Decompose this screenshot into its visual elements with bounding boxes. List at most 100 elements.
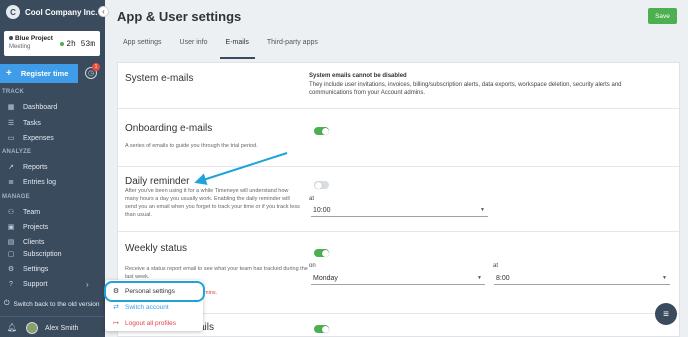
logout-icon: ↦ (113, 320, 119, 327)
project-color-dot (9, 36, 13, 41)
selected-time: 8:00 (496, 274, 510, 282)
expenses-icon: ▭ (7, 135, 15, 142)
tasks-icon: ☰ (7, 120, 15, 127)
at-label: at (493, 263, 499, 269)
register-time-button[interactable]: + Register time (0, 64, 78, 83)
reports-icon: ↗ (8, 164, 14, 171)
menu-item-label: Logout all profiles (125, 319, 176, 327)
clients-icon: ▤ (7, 239, 15, 246)
highlight-annotation (104, 281, 205, 302)
sidebar-item-label: Expenses (23, 134, 54, 142)
sidebar-item-settings[interactable]: ⚙ Settings (6, 265, 49, 274)
section-analyze: ANALYZE (2, 149, 32, 155)
notification-badge: 1 (92, 63, 100, 71)
sidebar-item-subscription[interactable]: ▢ Subscription (6, 250, 62, 259)
menu-item-logout-all[interactable]: ↦ Logout all profiles (111, 319, 176, 328)
system-emails-note-heading: System emails cannot be disabled (309, 73, 407, 79)
section-title: Weekly status (125, 243, 188, 254)
tab-app-settings[interactable]: App settings (117, 33, 168, 59)
weekly-status-toggle[interactable] (314, 249, 329, 257)
sidebar-item-label: Tasks (23, 119, 41, 127)
chat-icon[interactable]: ≡ (655, 303, 677, 325)
timer-elapsed: 2h 53m (66, 40, 95, 49)
switch-back-label: Switch back to the old version (13, 300, 100, 308)
sidebar-item-reports[interactable]: ↗ Reports (6, 163, 48, 172)
running-timer-card[interactable]: Blue Project Meeting 2h 53m (4, 31, 100, 56)
avatar[interactable] (26, 322, 38, 334)
sidebar-item-projects[interactable]: ▣ Projects (6, 223, 49, 232)
sidebar-item-clients[interactable]: ▤ Clients (6, 238, 45, 247)
sidebar-item-team[interactable]: ⚇ Team (6, 208, 41, 217)
system-emails-note: They include user invitations, invoices,… (309, 82, 622, 96)
caret-down-icon: ▼ (480, 207, 485, 213)
page-title: App & User settings (117, 9, 242, 24)
sidebar-item-dashboard[interactable]: ▦ Dashboard (6, 103, 58, 112)
section-description: After you've been using it for a while T… (125, 188, 300, 218)
onboarding-emails-section: Onboarding e-mails A series of emails to… (118, 109, 679, 167)
save-button[interactable]: Save (648, 8, 677, 24)
sidebar-item-entries-log[interactable]: ≣ Entries log (6, 178, 57, 187)
red-note-fragment: mins. (204, 290, 218, 296)
section-title: Onboarding e-mails (125, 123, 213, 134)
register-time-label: Register time (20, 69, 69, 78)
bell-icon[interactable]: 🔔︎ (7, 323, 17, 332)
sidebar-footer: 🔔︎ Alex Smith (0, 316, 105, 337)
sidebar-item-expenses[interactable]: ▭ Expenses (6, 134, 54, 143)
sidebar-item-label: Subscription (23, 250, 62, 258)
weekly-day-select[interactable]: Monday ▼ (311, 272, 485, 285)
section-manage: MANAGE (2, 194, 30, 200)
weekly-time-select[interactable]: 8:00 ▼ (494, 272, 670, 285)
sidebar-item-label: Entries log (23, 178, 57, 186)
daily-time-select[interactable]: 10:00 ▼ (311, 204, 488, 217)
switch-icon: ⇄ (113, 304, 119, 311)
sidebar-item-label: Dashboard (23, 103, 58, 111)
selected-day: Monday (313, 274, 338, 282)
live-indicator-icon (60, 41, 65, 46)
sidebar-item-label: Team (23, 208, 41, 216)
section-title: Daily reminder (125, 176, 190, 187)
gear-icon: ⚙ (7, 266, 15, 273)
daily-reminder-section: Daily reminder After you've been using i… (118, 167, 679, 232)
daily-reminder-toggle[interactable] (314, 181, 329, 189)
sidebar: C Cool Company Inc. Blue Project Meeting… (0, 0, 105, 337)
brand[interactable]: C Cool Company Inc. (0, 0, 105, 24)
at-label: at (309, 196, 315, 202)
user-name[interactable]: Alex Smith (45, 325, 78, 332)
chevron-right-icon: › (86, 280, 89, 289)
section-track: TRACK (2, 89, 24, 95)
company-name: Cool Company Inc. (25, 7, 98, 17)
tab-third-party-apps[interactable]: Third-party apps (261, 33, 324, 59)
sidebar-item-label: Support (23, 281, 48, 288)
system-emails-section: System e-mails System emails cannot be d… (118, 63, 679, 109)
dashboard-icon: ▦ (7, 104, 15, 111)
sidebar-item-label: Settings (23, 265, 49, 273)
onboarding-toggle[interactable] (314, 127, 329, 135)
tab-user-info[interactable]: User info (174, 33, 214, 59)
sidebar-item-label: Reports (23, 163, 48, 171)
section-description: Receive a status report email to see wha… (125, 266, 308, 280)
subscription-icon: ▢ (7, 251, 15, 258)
sidebar-item-tasks[interactable]: ☰ Tasks (6, 119, 41, 128)
caret-down-icon: ▼ (477, 275, 482, 281)
on-label: on (309, 263, 316, 269)
power-icon: ⏻ (4, 300, 10, 307)
menu-item-switch-account[interactable]: ⇄ Switch account (111, 303, 169, 312)
tab-emails[interactable]: E-mails (219, 33, 255, 59)
projects-icon: ▣ (7, 224, 15, 231)
section-title: System e-mails (125, 73, 194, 84)
sidebar-item-support[interactable]: ? Support (6, 281, 48, 288)
timer-project: Blue Project (15, 35, 53, 42)
settings-tabs: App settings User info E-mails Third-par… (117, 33, 330, 59)
selected-time: 10:00 (313, 206, 331, 214)
menu-item-label: Switch account (125, 303, 169, 311)
plus-icon: + (6, 68, 12, 79)
team-icon: ⚇ (7, 209, 15, 216)
sidebar-item-label: Clients (23, 238, 45, 246)
caret-down-icon: ▼ (662, 275, 667, 281)
support-icon: ? (9, 281, 13, 288)
entries-log-icon: ≣ (8, 179, 14, 186)
sidebar-item-label: Projects (23, 223, 49, 231)
section-description: A series of emails to guide you through … (125, 143, 258, 149)
next-section-toggle[interactable] (314, 325, 329, 333)
switch-back-link[interactable]: ⏻ Switch back to the old version (4, 300, 100, 308)
